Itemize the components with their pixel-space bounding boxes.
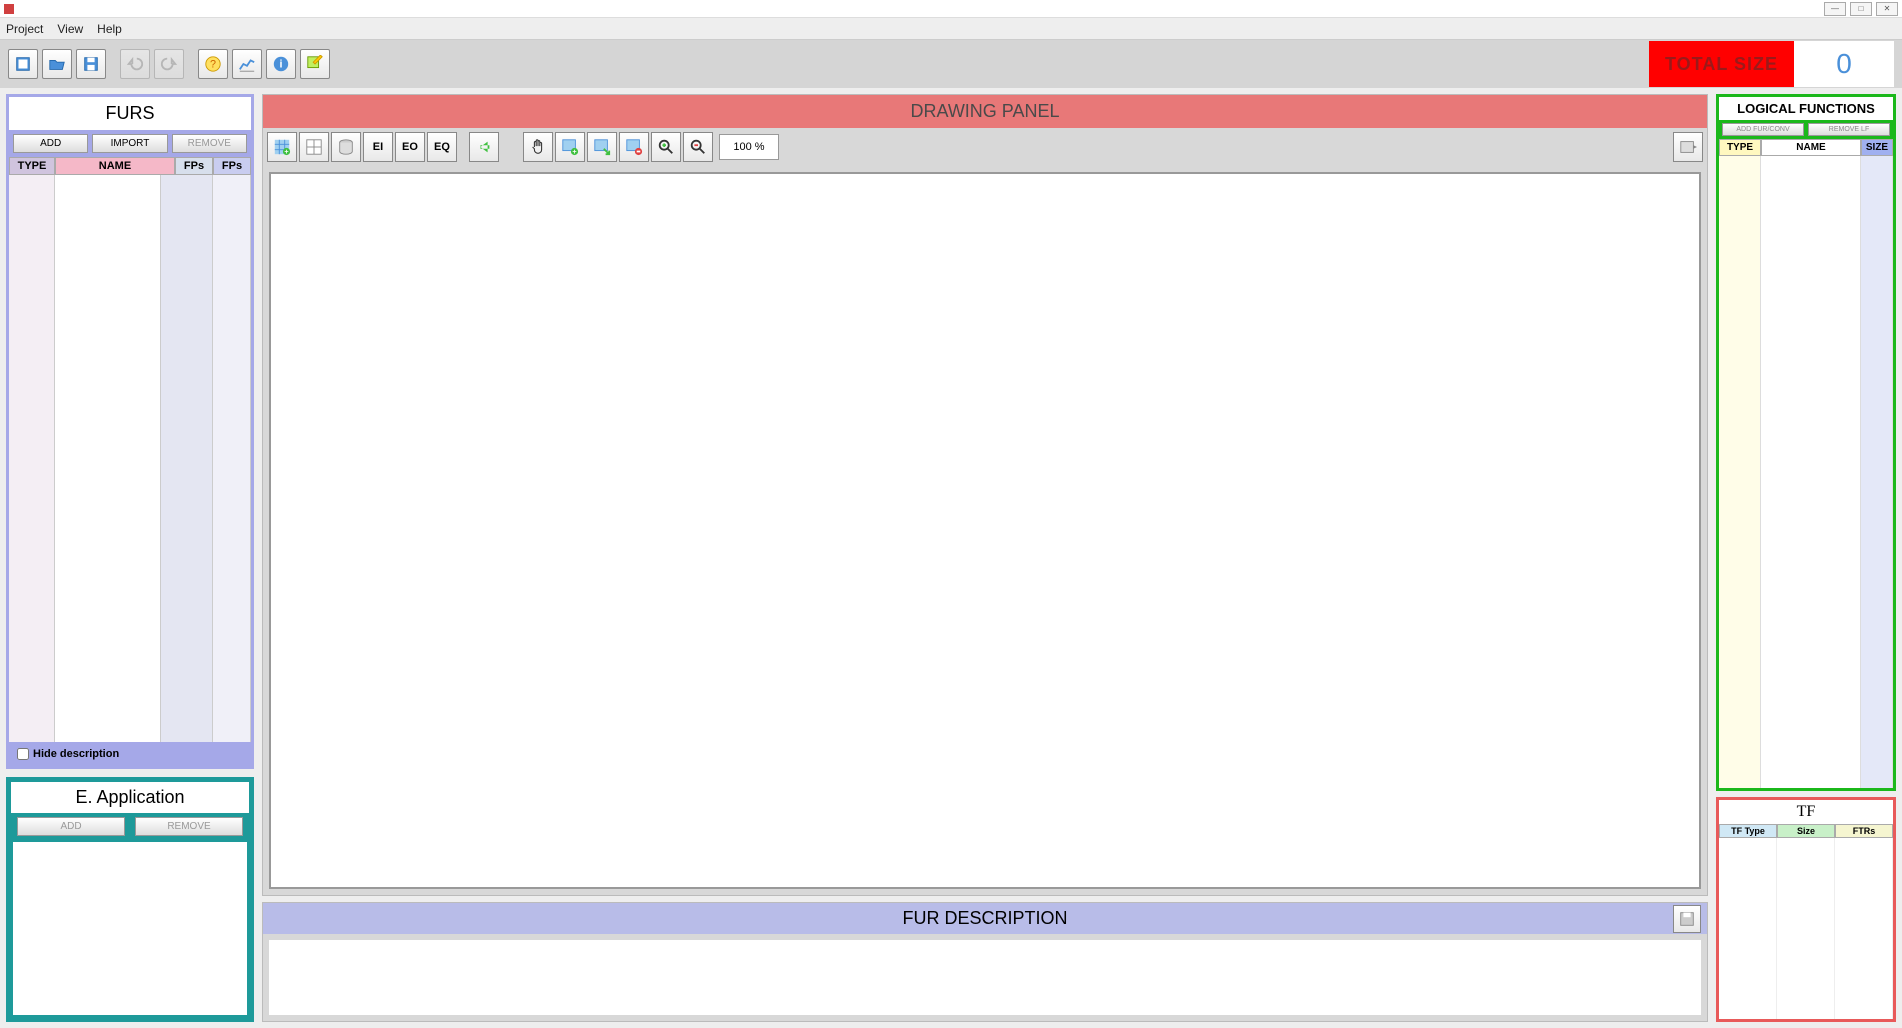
edit-icon[interactable] (300, 49, 330, 79)
fur-description-panel: FUR DESCRIPTION (262, 902, 1708, 1022)
svg-text:i: i (280, 59, 283, 71)
menu-help[interactable]: Help (97, 22, 122, 36)
furs-remove-button[interactable]: REMOVE (172, 134, 247, 153)
close-button[interactable]: ✕ (1876, 2, 1898, 16)
furs-panel: FURS ADD IMPORT REMOVE TYPE NAME FPs FPs (6, 94, 254, 769)
menu-project[interactable]: Project (6, 22, 43, 36)
eapp-remove-button[interactable]: REMOVE (135, 817, 243, 836)
logical-functions-panel: LOGICAL FUNCTIONS ADD FUR/CONV REMOVE LF… (1716, 94, 1896, 791)
fur-description-body[interactable] (269, 940, 1701, 1015)
hand-icon[interactable] (523, 132, 553, 162)
fur-description-save-icon[interactable] (1673, 905, 1701, 933)
drawing-panel-title: DRAWING PANEL (263, 95, 1707, 128)
eq-button[interactable]: EQ (427, 132, 457, 162)
image-remove-icon[interactable] (619, 132, 649, 162)
furs-import-button[interactable]: IMPORT (92, 134, 167, 153)
main-toolbar: ? i TOTAL SIZE 0 (0, 40, 1902, 88)
furs-col-type: TYPE (9, 157, 55, 175)
lf-add-button[interactable]: ADD FUR/CONV (1722, 123, 1804, 136)
save-project-icon[interactable] (76, 49, 106, 79)
help-icon[interactable]: ? (198, 49, 228, 79)
tf-table-body[interactable] (1719, 838, 1893, 1019)
svg-text:+: + (572, 147, 576, 156)
info-icon[interactable]: i (266, 49, 296, 79)
tf-col-type: TF Type (1719, 824, 1777, 838)
e-application-title: E. Application (11, 782, 249, 813)
furs-col-fps1: FPs (175, 157, 213, 175)
furs-table-header: TYPE NAME FPs FPs (9, 157, 251, 175)
titlebar: — □ ✕ (0, 0, 1902, 18)
total-size-box: TOTAL SIZE 0 (1649, 41, 1894, 87)
minimize-button[interactable]: — (1824, 2, 1846, 16)
new-project-icon[interactable] (8, 49, 38, 79)
logical-functions-title: LOGICAL FUNCTIONS (1719, 97, 1893, 120)
svg-text:?: ? (210, 59, 216, 71)
redo-icon[interactable] (154, 49, 184, 79)
table-icon[interactable] (299, 132, 329, 162)
undo-icon[interactable] (120, 49, 150, 79)
app-icon (4, 4, 14, 14)
maximize-button[interactable]: □ (1850, 2, 1872, 16)
lf-col-size: SIZE (1861, 139, 1893, 156)
lf-remove-button[interactable]: REMOVE LF (1808, 123, 1890, 136)
furs-table-body[interactable] (9, 175, 251, 742)
arrow-left-icon[interactable] (469, 132, 499, 162)
grid-icon[interactable]: + (267, 132, 297, 162)
total-size-value: 0 (1794, 41, 1894, 87)
lf-table-body[interactable] (1719, 156, 1893, 788)
zoom-value[interactable]: 100 % (719, 134, 779, 160)
total-size-label: TOTAL SIZE (1649, 41, 1794, 87)
export-image-icon[interactable] (1673, 132, 1703, 162)
zoom-in-icon[interactable] (651, 132, 681, 162)
tf-col-size: Size (1777, 824, 1835, 838)
furs-col-name: NAME (55, 157, 175, 175)
drawing-canvas[interactable] (269, 172, 1701, 889)
menubar: Project View Help (0, 18, 1902, 40)
eapp-add-button[interactable]: ADD (17, 817, 125, 836)
lf-col-type: TYPE (1719, 139, 1761, 156)
e-application-panel: E. Application ADD REMOVE (6, 777, 254, 1022)
furs-title: FURS (9, 97, 251, 130)
image-add-icon[interactable]: + (555, 132, 585, 162)
ei-button[interactable]: EI (363, 132, 393, 162)
chart-icon[interactable] (232, 49, 262, 79)
menu-view[interactable]: View (57, 22, 83, 36)
tf-panel: TF TF Type Size FTRs (1716, 797, 1896, 1022)
drawing-panel: DRAWING PANEL + EI EO EQ + (262, 94, 1708, 896)
tf-table-header: TF Type Size FTRs (1719, 824, 1893, 838)
hide-description-label: Hide description (33, 748, 119, 760)
lf-col-name: NAME (1761, 139, 1861, 156)
furs-add-button[interactable]: ADD (13, 134, 88, 153)
tf-col-ftrs: FTRs (1835, 824, 1893, 838)
database-icon[interactable] (331, 132, 361, 162)
image-export-icon[interactable] (587, 132, 617, 162)
open-project-icon[interactable] (42, 49, 72, 79)
fur-description-title: FUR DESCRIPTION (902, 908, 1067, 929)
eo-button[interactable]: EO (395, 132, 425, 162)
lf-table-header: TYPE NAME SIZE (1719, 139, 1893, 156)
drawing-toolbar: + EI EO EQ + 100 % (263, 128, 1707, 166)
svg-text:+: + (284, 147, 288, 156)
hide-description-checkbox[interactable] (17, 748, 29, 760)
tf-title: TF (1719, 800, 1893, 824)
e-application-body[interactable] (13, 842, 247, 1015)
furs-col-fps2: FPs (213, 157, 251, 175)
zoom-out-icon[interactable] (683, 132, 713, 162)
